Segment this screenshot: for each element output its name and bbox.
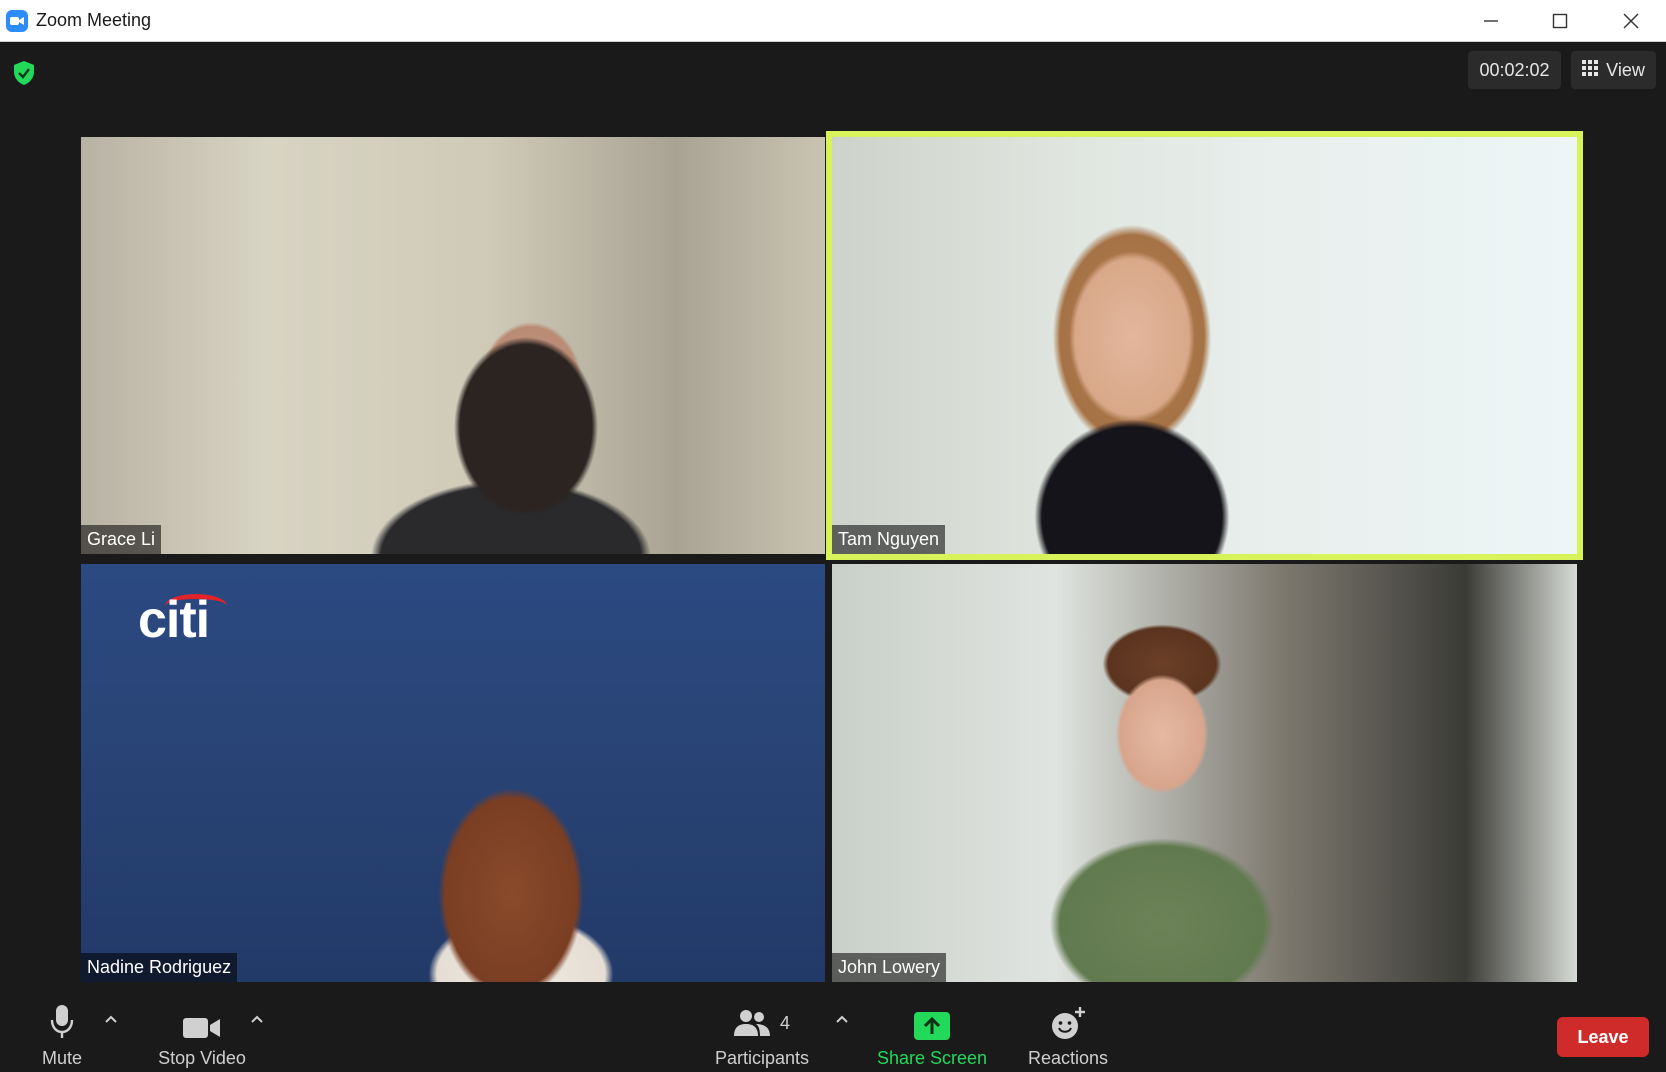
- video-camera-icon: [183, 996, 221, 1040]
- stop-video-button[interactable]: Stop Video: [150, 996, 254, 1072]
- view-button[interactable]: View: [1571, 51, 1656, 89]
- shield-check-icon[interactable]: [8, 56, 40, 90]
- grid-view-icon: [1582, 59, 1599, 81]
- mute-label: Mute: [41, 1048, 83, 1068]
- share-screen-label: Share Screen: [876, 1048, 988, 1068]
- video-tile-john-lowery[interactable]: John Lowery: [832, 564, 1577, 982]
- participant-name: John Lowery: [832, 953, 947, 982]
- video-tile-nadine-rodriguez[interactable]: citi Nadine Rodriguez: [81, 564, 825, 982]
- reactions-button[interactable]: Reactions: [1020, 996, 1116, 1072]
- stop-video-label: Stop Video: [158, 1048, 246, 1068]
- citi-logo: citi: [138, 591, 210, 649]
- close-icon[interactable]: [1596, 0, 1666, 42]
- reactions-label: Reactions: [1027, 1048, 1109, 1068]
- participant-name: Nadine Rodriguez: [81, 953, 238, 982]
- share-screen-icon: [914, 996, 950, 1040]
- participant-name: Tam Nguyen: [832, 525, 946, 554]
- window-title: Zoom Meeting: [36, 10, 152, 30]
- zoom-logo-icon: [6, 9, 28, 32]
- caret-up-icon[interactable]: [833, 1012, 851, 1026]
- microphone-icon: [50, 996, 74, 1040]
- title-bar: Zoom Meeting: [0, 0, 1666, 42]
- participants-count: 4: [779, 1012, 790, 1033]
- meeting-timer: 00:02:02: [1468, 51, 1561, 89]
- participants-label: Participants: [714, 1048, 810, 1068]
- video-tile-tam-nguyen[interactable]: Tam Nguyen: [826, 131, 1583, 560]
- participants-icon: 4: [733, 996, 790, 1040]
- caret-up-icon[interactable]: [248, 1012, 266, 1026]
- caret-up-icon[interactable]: [102, 1012, 120, 1026]
- reactions-icon: [1050, 996, 1086, 1040]
- minimize-icon[interactable]: [1456, 0, 1526, 42]
- participant-name: Grace Li: [81, 525, 162, 554]
- participants-button[interactable]: 4 Participants: [712, 996, 812, 1072]
- view-label: View: [1606, 59, 1645, 80]
- video-tile-grace-li[interactable]: Grace Li: [81, 137, 825, 554]
- share-screen-button[interactable]: Share Screen: [876, 996, 988, 1072]
- maximize-icon[interactable]: [1525, 0, 1595, 42]
- leave-button[interactable]: Leave: [1557, 1017, 1649, 1057]
- mute-button[interactable]: Mute: [30, 996, 94, 1072]
